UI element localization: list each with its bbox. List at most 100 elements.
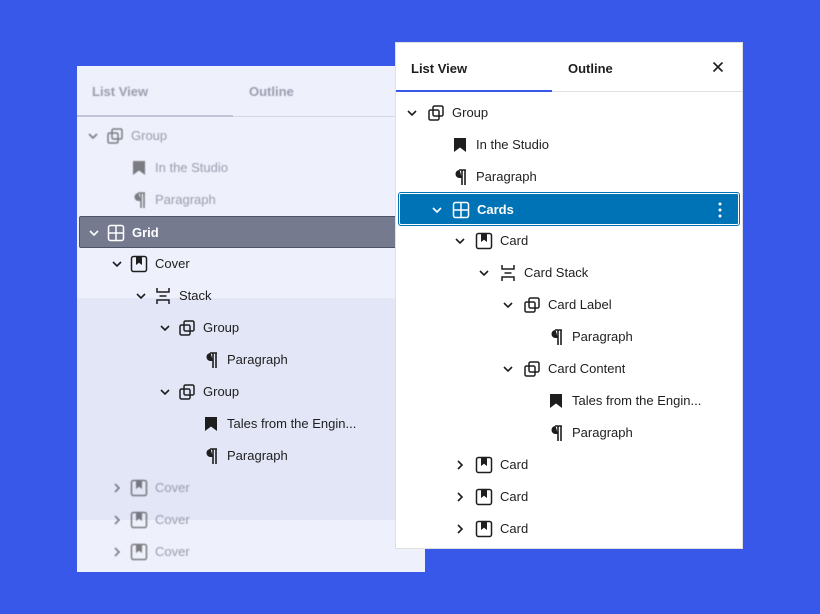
paragraph-icon	[201, 350, 221, 370]
cover-icon	[129, 254, 149, 274]
tree-row-label: Card	[500, 457, 529, 472]
chevron-down-icon[interactable]	[111, 258, 123, 270]
back-tree-row[interactable]: Group	[77, 120, 425, 152]
tree-row-label: Paragraph	[476, 169, 537, 184]
chevron-down-icon[interactable]	[87, 130, 99, 142]
tree-row-label: Group	[203, 384, 240, 399]
chevron-down-icon[interactable]	[454, 235, 466, 247]
group-icon	[522, 359, 542, 379]
cover-icon	[474, 487, 494, 507]
front-tree-row[interactable]: Card	[396, 513, 742, 545]
chevron-down-icon[interactable]	[88, 227, 100, 239]
paragraph-icon	[546, 423, 566, 443]
chevron-down-icon[interactable]	[478, 267, 490, 279]
front-tree-row[interactable]: Card Stack	[396, 257, 742, 289]
group-icon	[426, 103, 446, 123]
back-tree-row[interactable]: Group	[77, 312, 425, 344]
front-tree-row[interactable]: Card Label	[396, 289, 742, 321]
chevron-down-icon[interactable]	[502, 363, 514, 375]
back-tree-row[interactable]: Tales from the Engin...	[77, 408, 425, 440]
front-tree-row[interactable]: Card Content	[396, 353, 742, 385]
chevron-right-icon[interactable]	[111, 514, 123, 526]
front-tree-row[interactable]: Card	[396, 449, 742, 481]
tree-row-label: In the Studio	[476, 137, 549, 152]
more-options-icon[interactable]	[712, 201, 728, 219]
front-tree-row[interactable]: Group	[396, 97, 742, 129]
chevron-down-icon[interactable]	[431, 204, 443, 216]
back-tree-row[interactable]: Cover	[77, 472, 425, 504]
tree-row-label: Card Stack	[524, 265, 589, 280]
front-tab-bar: List View Outline	[396, 43, 742, 92]
close-icon	[712, 61, 724, 73]
back-tree-row[interactable]: Grid	[79, 216, 425, 248]
tree-row-label: Paragraph	[227, 448, 288, 463]
chevron-down-icon[interactable]	[159, 322, 171, 334]
chevron-right-icon[interactable]	[454, 523, 466, 535]
front-tab-list-view[interactable]: List View	[411, 61, 467, 76]
back-tab-underline	[77, 115, 233, 117]
paragraph-icon	[546, 327, 566, 347]
bookmark-icon	[546, 391, 566, 411]
cover-icon	[474, 231, 494, 251]
back-tree-row[interactable]: In the Studio	[77, 152, 425, 184]
back-tree-row[interactable]: Stack	[77, 280, 425, 312]
back-tree-row[interactable]: Cover	[77, 536, 425, 568]
bookmark-icon	[129, 158, 149, 178]
tree-row-label: Stack	[179, 288, 212, 303]
back-tree-row[interactable]: Paragraph	[77, 440, 425, 472]
front-tree-row[interactable]: Cards	[398, 192, 740, 226]
tree-row-label: Paragraph	[155, 192, 216, 207]
stack-icon	[498, 263, 518, 283]
chevron-down-icon[interactable]	[502, 299, 514, 311]
tree-row-label: Card Label	[548, 297, 612, 312]
grid-icon	[451, 200, 471, 220]
tree-row-label: Cover	[155, 544, 190, 559]
group-icon	[177, 382, 197, 402]
back-tree-row[interactable]: Paragraph	[77, 344, 425, 376]
back-tab-list-view[interactable]: List View	[92, 84, 148, 99]
cover-icon	[129, 542, 149, 562]
back-tree-row[interactable]: Paragraph	[77, 184, 425, 216]
grid-icon	[106, 223, 126, 243]
chevron-right-icon[interactable]	[454, 459, 466, 471]
chevron-down-icon[interactable]	[135, 290, 147, 302]
back-tab-bar: List View Outline	[77, 66, 425, 117]
cover-icon	[129, 510, 149, 530]
tree-row-label: Card	[500, 521, 529, 536]
paragraph-icon	[201, 446, 221, 466]
front-tree-row[interactable]: Card	[396, 225, 742, 257]
tree-row-label: Cover	[155, 256, 190, 271]
bookmark-icon	[450, 135, 470, 155]
cover-icon	[474, 455, 494, 475]
front-tree-row[interactable]: In the Studio	[396, 129, 742, 161]
group-icon	[522, 295, 542, 315]
back-tree-row[interactable]: Cover	[77, 248, 425, 280]
chevron-right-icon[interactable]	[454, 491, 466, 503]
tree-row-label: Paragraph	[227, 352, 288, 367]
group-icon	[105, 126, 125, 146]
front-tree-row[interactable]: Paragraph	[396, 417, 742, 449]
tree-row-label: Group	[131, 128, 168, 143]
tree-row-label: Paragraph	[572, 425, 633, 440]
front-tab-outline[interactable]: Outline	[568, 61, 613, 76]
chevron-right-icon[interactable]	[111, 482, 123, 494]
group-icon	[177, 318, 197, 338]
front-list-view-panel: List View Outline Group In the Studio Para…	[395, 42, 743, 549]
front-tree-row[interactable]: Tales from the Engin...	[396, 385, 742, 417]
cover-icon	[129, 478, 149, 498]
front-tree-row[interactable]: Paragraph	[396, 321, 742, 353]
tree-row-label: Card Content	[548, 361, 626, 376]
front-tree-row[interactable]: Card	[396, 481, 742, 513]
chevron-down-icon[interactable]	[159, 386, 171, 398]
back-tab-outline[interactable]: Outline	[249, 84, 294, 99]
paragraph-icon	[450, 167, 470, 187]
tree-row-label: Paragraph	[572, 329, 633, 344]
close-button[interactable]	[708, 57, 728, 77]
tree-row-label: In the Studio	[155, 160, 228, 175]
back-tree-row[interactable]: Group	[77, 376, 425, 408]
chevron-down-icon[interactable]	[406, 107, 418, 119]
tree-row-label: Grid	[132, 225, 159, 240]
back-tree-row[interactable]: Cover	[77, 504, 425, 536]
front-tree-row[interactable]: Paragraph	[396, 161, 742, 193]
chevron-right-icon[interactable]	[111, 546, 123, 558]
